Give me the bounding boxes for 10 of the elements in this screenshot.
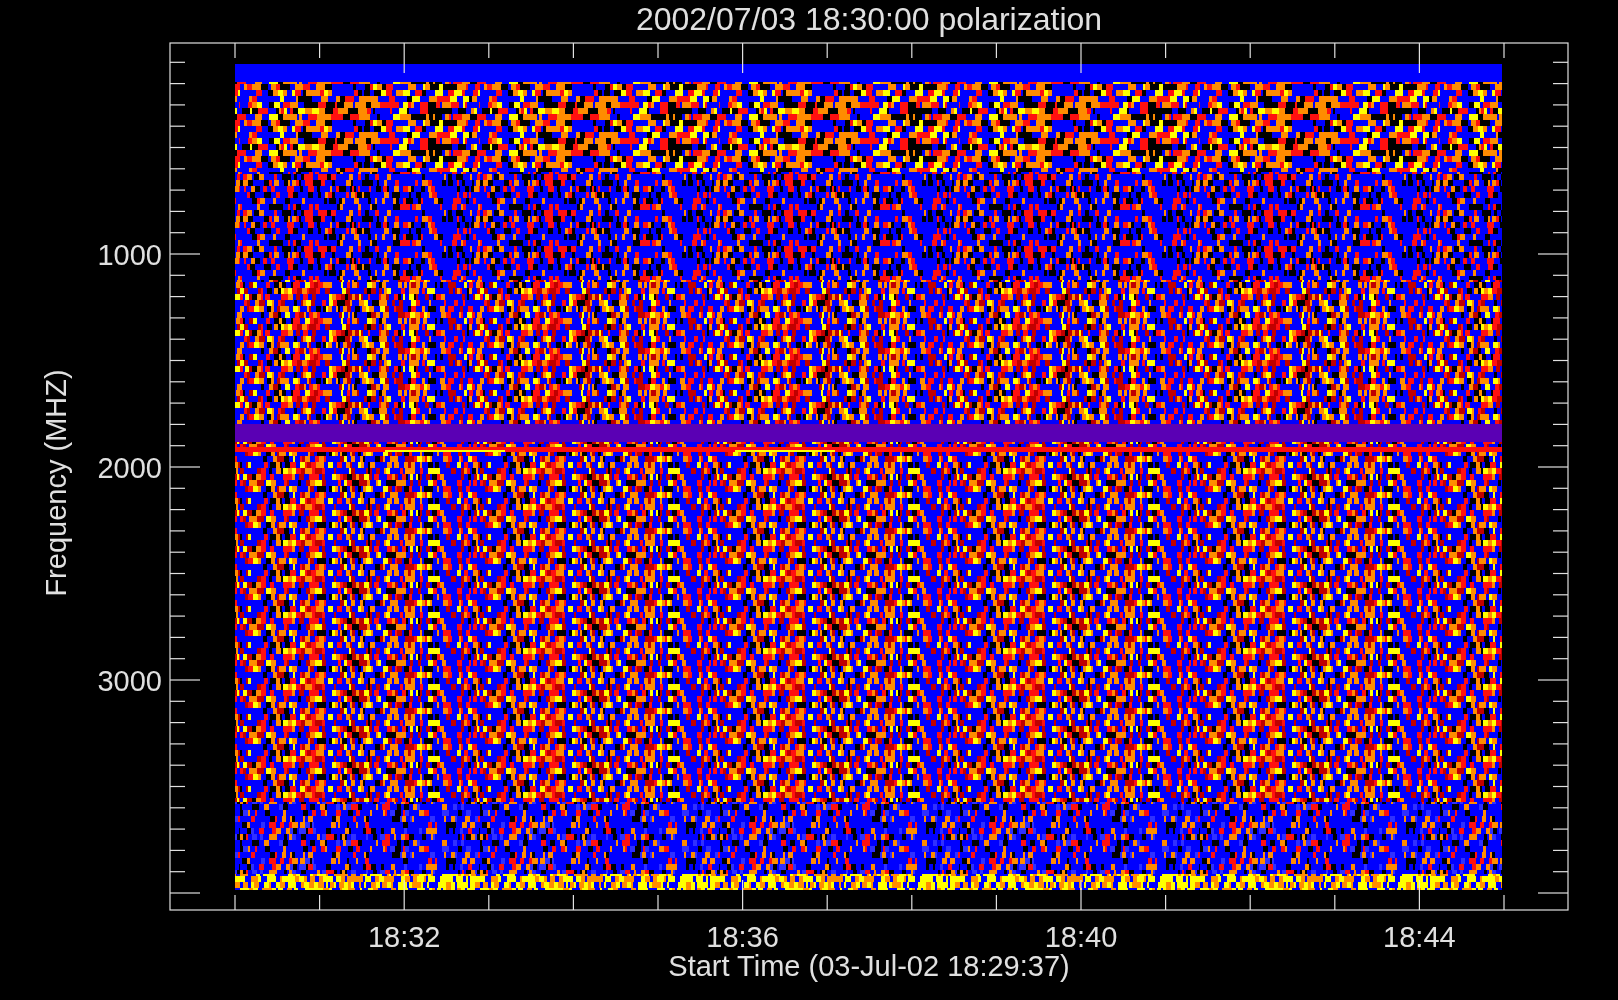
tick-label: 3000	[97, 665, 162, 697]
plot-title: 2002/07/03 18:30:00 polarization	[635, 1, 1103, 37]
axis-label: Start Time (03-Jul-02 18:29:37)	[668, 950, 1070, 982]
tick-label: 2000	[97, 452, 162, 484]
tick-label: 18:44	[1383, 921, 1456, 953]
axis-label: Frequency (MHZ)	[40, 369, 72, 597]
tick-label: 18:36	[706, 921, 779, 953]
tick-label: 1000	[97, 239, 162, 271]
tick-label: 18:40	[1044, 921, 1118, 953]
tick-label: 18:32	[367, 921, 441, 953]
